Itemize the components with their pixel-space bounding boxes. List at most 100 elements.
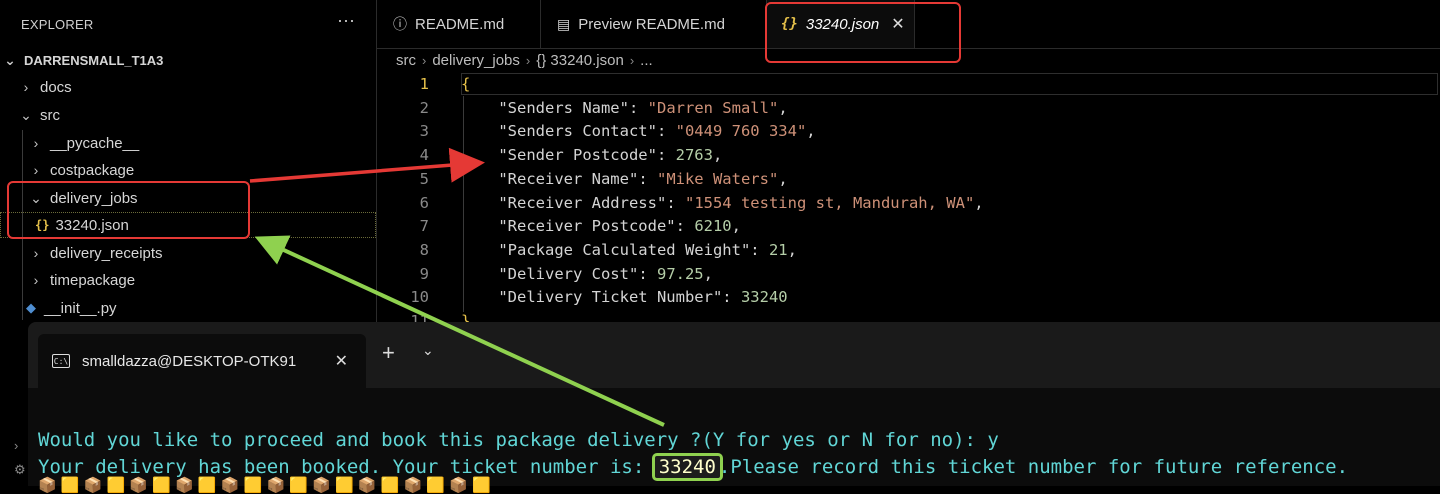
line-number: 3 xyxy=(419,122,429,141)
code-line: 4 "Sender Postcode": 2763, xyxy=(377,143,1440,167)
chevron-right-icon: › xyxy=(23,79,29,95)
code-text: { xyxy=(461,72,470,96)
tab-label: Preview README.md xyxy=(578,15,725,33)
code-line: 6 "Receiver Address": "1554 testing st, … xyxy=(377,191,1440,215)
line-number: 6 xyxy=(419,193,429,212)
explorer-title: EXPLORER xyxy=(21,17,94,32)
chevron-right-icon: › xyxy=(33,272,39,288)
code-line: 8 "Package Calculated Weight": 21, xyxy=(377,238,1440,262)
json-key: "Receiver Postcode" xyxy=(498,217,676,236)
tree-item-label: delivery_receipts xyxy=(50,244,163,262)
code-line: 7 "Receiver Postcode": 6210, xyxy=(377,214,1440,238)
breadcrumb-item[interactable]: src xyxy=(396,52,416,69)
json-key: "Receiver Name" xyxy=(498,169,639,188)
close-icon[interactable]: ✕ xyxy=(335,351,348,371)
json-key: "Receiver Address" xyxy=(498,193,667,212)
tree-item-pycache[interactable]: › __pycache__ xyxy=(0,130,376,156)
tree-item-label: delivery_jobs xyxy=(50,189,138,207)
json-value: 33240 xyxy=(740,288,788,307)
breadcrumb-item[interactable]: delivery_jobs xyxy=(432,52,520,69)
tab-33240-json[interactable]: {} 33240.json ✕ xyxy=(767,0,915,48)
tree-item-label: costpackage xyxy=(50,161,135,179)
code-text: "Senders Name": "Darren Small", xyxy=(498,98,788,117)
code-editor[interactable]: 1{2 "Senders Name": "Darren Small", 3 "Se… xyxy=(377,72,1440,330)
line-number: 9 xyxy=(419,264,429,283)
tree-item-label: docs xyxy=(40,78,72,96)
code-line: 1{ xyxy=(377,72,1440,96)
json-file-icon: {} xyxy=(781,16,798,32)
json-key: "Senders Contact" xyxy=(498,122,657,141)
tree-item-label: __init__.py xyxy=(44,299,117,317)
tree-item-timepackage[interactable]: › timepackage xyxy=(0,267,376,293)
json-key: "Delivery Cost" xyxy=(498,264,639,283)
tree-item-docs[interactable]: › docs xyxy=(0,74,376,100)
code-text: "Senders Contact": "0449 760 334", xyxy=(498,122,816,141)
tree-item-33240-json[interactable]: {} 33240.json xyxy=(0,212,376,238)
tab-label: 33240.json xyxy=(805,15,880,33)
json-value: "1554 testing st, Mandurah, WA" xyxy=(684,193,975,212)
terminal-tab-title: smalldazza@DESKTOP-OTK91 xyxy=(82,352,297,370)
breadcrumb-item[interactable]: {} 33240.json xyxy=(536,52,624,69)
workspace-root[interactable]: ⌄ DARRENSMALL_T1A3 xyxy=(0,47,376,73)
info-icon: ⓘ xyxy=(393,16,407,32)
code-text: "Delivery Cost": 97.25, xyxy=(498,264,713,283)
tree-item-delivery-receipts[interactable]: › delivery_receipts xyxy=(0,240,376,266)
line-number: 4 xyxy=(419,146,429,165)
close-icon[interactable]: ✕ xyxy=(891,14,904,34)
terminal-window[interactable]: C:\ smalldazza@DESKTOP-OTK91 ✕ + ⌄ Would… xyxy=(28,322,1440,494)
line-number: 5 xyxy=(419,169,429,188)
editor-tab-bar: ⓘ README.md ▤ Preview README.md {} 33240… xyxy=(377,0,1440,49)
chevron-down-icon: ⌄ xyxy=(4,51,16,68)
json-value: 6210 xyxy=(694,217,732,236)
terminal-icon: C:\ xyxy=(52,354,70,368)
indent-guide xyxy=(463,96,464,312)
tab-preview-readme[interactable]: ▤ Preview README.md xyxy=(541,0,767,48)
code-line: 9 "Delivery Cost": 97.25, xyxy=(377,262,1440,286)
terminal-tab-bar: C:\ smalldazza@DESKTOP-OTK91 ✕ + ⌄ xyxy=(28,322,1440,388)
more-actions-icon[interactable]: ··· xyxy=(337,10,355,31)
json-value: 21 xyxy=(768,240,788,259)
terminal-output-prefix: Your delivery has been booked. Your tick… xyxy=(38,456,656,478)
code-line: 3 "Senders Contact": "0449 760 334", xyxy=(377,119,1440,143)
chevron-right-icon: › xyxy=(629,53,635,68)
terminal-output-suffix: .Please record this ticket number for fu… xyxy=(718,456,1349,478)
chevron-right-icon: › xyxy=(33,135,39,151)
tree-item-costpackage[interactable]: › costpackage xyxy=(0,157,376,183)
terminal-tab[interactable]: C:\ smalldazza@DESKTOP-OTK91 ✕ xyxy=(38,334,366,388)
line-number: 7 xyxy=(419,217,429,236)
chevron-right-icon: › xyxy=(525,53,531,68)
collapsed-chevron-icon: › xyxy=(14,438,19,453)
tree-item-label: 33240.json xyxy=(55,216,129,234)
json-value: "0449 760 334" xyxy=(675,122,807,141)
code-line: 10 "Delivery Ticket Number": 33240 xyxy=(377,285,1440,309)
package-emoji-row: 📦 🟨 📦 🟨 📦 🟨 📦 🟨 📦 🟨 📦 🟨 📦 🟨 📦 🟨 📦 🟨 📦 🟨 xyxy=(38,477,491,494)
code-line: 5 "Receiver Name": "Mike Waters", xyxy=(377,167,1440,191)
tree-item-init-py[interactable]: ◆ __init__.py xyxy=(0,295,376,321)
current-line-highlight xyxy=(461,73,1438,95)
new-tab-button[interactable]: + xyxy=(382,340,395,366)
json-value: 2763 xyxy=(675,146,713,165)
chevron-down-icon: ⌄ xyxy=(20,106,32,123)
json-value: 97.25 xyxy=(656,264,704,283)
json-value: "Darren Small" xyxy=(647,98,779,117)
chevron-down-icon: ⌄ xyxy=(30,189,42,206)
preview-icon: ▤ xyxy=(557,15,571,32)
chevron-right-icon: › xyxy=(33,162,39,178)
chevron-right-icon: › xyxy=(422,53,427,68)
indent-guide xyxy=(22,130,23,320)
tree-item-src[interactable]: ⌄ src xyxy=(0,102,376,128)
json-file-icon: {} xyxy=(35,218,50,232)
line-number: 8 xyxy=(419,240,429,259)
line-number: 2 xyxy=(419,98,429,117)
chevron-down-icon[interactable]: ⌄ xyxy=(422,342,434,359)
tree-item-delivery-jobs[interactable]: ⌄ delivery_jobs xyxy=(0,185,376,211)
code-text: "Sender Postcode": 2763, xyxy=(498,146,723,165)
breadcrumb-item[interactable]: ... xyxy=(640,52,653,69)
line-number: 10 xyxy=(410,288,429,307)
code-line: 2 "Senders Name": "Darren Small", xyxy=(377,96,1440,120)
tab-readme[interactable]: ⓘ README.md xyxy=(377,0,541,48)
code-text: "Receiver Name": "Mike Waters", xyxy=(498,169,788,188)
gear-icon: ⚙ xyxy=(14,462,26,477)
chevron-right-icon: › xyxy=(33,245,39,261)
json-value: "Mike Waters" xyxy=(656,169,779,188)
